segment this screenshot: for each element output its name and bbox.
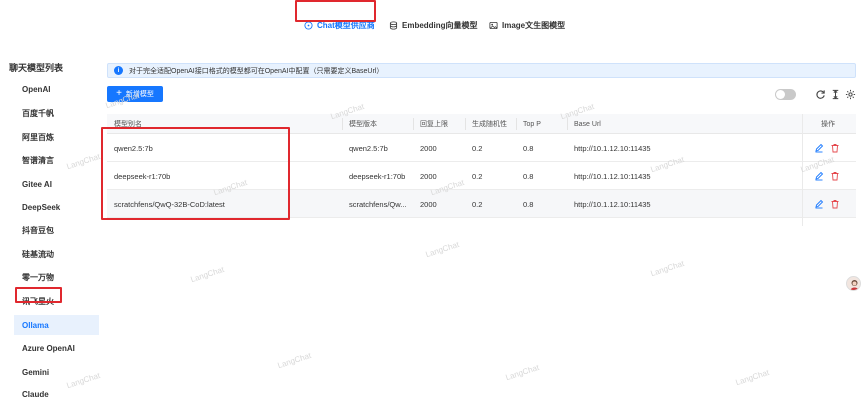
- sidebar-item-label: 智谱清言: [22, 155, 54, 165]
- add-model-button[interactable]: + 新增模型: [107, 86, 163, 102]
- cell-temperature: 0.2: [472, 199, 483, 209]
- tab-embedding-models[interactable]: Embedding向量模型: [389, 16, 478, 34]
- column-divider: [465, 118, 466, 130]
- sidebar-item-ollama[interactable]: Ollama: [14, 315, 99, 335]
- cell-version: scratchfens/Qw...: [349, 199, 407, 209]
- sidebar-item-label: Gemini: [22, 367, 50, 377]
- sidebar-item-gitee[interactable]: Gitee AI: [14, 174, 99, 194]
- highlight-box-model-rows: [101, 127, 290, 220]
- tab-label: Embedding向量模型: [402, 20, 478, 30]
- cell-base-url: http://10.1.12.10:11435: [574, 199, 651, 209]
- delete-icon[interactable]: [830, 199, 840, 209]
- column-header-base-url[interactable]: Base Url: [574, 114, 601, 134]
- column-height-icon[interactable]: [830, 89, 841, 100]
- edit-icon[interactable]: [814, 171, 824, 181]
- sidebar-item-openai[interactable]: OpenAI: [14, 79, 99, 99]
- sidebar-item-label: Gitee AI: [22, 179, 52, 189]
- cell-base-url: http://10.1.12.10:11435: [574, 171, 651, 181]
- cell-version: qwen2.5:7b: [349, 143, 388, 153]
- sidebar-title: 聊天模型列表: [9, 63, 64, 73]
- sidebar-item-claude[interactable]: Claude: [14, 384, 99, 401]
- column-divider: [516, 118, 517, 130]
- cell-max-tokens: 2000: [420, 143, 437, 153]
- model-type-tabs: Chat模型供应商 Embedding向量模型 Image文生图模型: [0, 13, 865, 37]
- cell-temperature: 0.2: [472, 171, 483, 181]
- image-icon: [489, 21, 498, 29]
- sidebar-item-baidu[interactable]: 百度千帆: [14, 103, 99, 123]
- sidebar-item-label: Ollama: [22, 320, 49, 330]
- sidebar-item-deepseek[interactable]: DeepSeek: [14, 197, 99, 217]
- cell-version: deepseek-r1:70b: [349, 171, 406, 181]
- watermark: LangChat: [424, 239, 461, 260]
- sidebar-item-label: Claude: [22, 389, 49, 399]
- info-alert: i 对于完全适配OpenAI接口格式的模型都可在OpenAI中配置（只需要定义B…: [107, 63, 856, 78]
- cell-top-p: 0.8: [523, 171, 534, 181]
- sidebar-item-label: Azure OpenAI: [22, 343, 75, 353]
- column-divider: [342, 118, 343, 130]
- avatar[interactable]: [846, 276, 861, 291]
- plus-icon: +: [116, 88, 122, 99]
- sidebar-item-aliyun[interactable]: 阿里百炼: [14, 127, 99, 147]
- database-icon: [389, 20, 398, 30]
- sidebar-item-label: DeepSeek: [22, 202, 61, 212]
- sidebar-item-lingyi[interactable]: 零一万物: [14, 267, 99, 287]
- delete-icon[interactable]: [830, 143, 840, 153]
- add-model-label: 新增模型: [125, 91, 154, 98]
- cell-temperature: 0.2: [472, 143, 483, 153]
- watermark: LangChat: [734, 367, 771, 388]
- sidebar-item-label: OpenAI: [22, 84, 51, 94]
- sidebar-item-siliconflow[interactable]: 硅基流动: [14, 244, 99, 264]
- cell-base-url: http://10.1.12.10:11435: [574, 143, 651, 153]
- sidebar-item-label: 硅基流动: [22, 249, 54, 259]
- info-icon: i: [114, 66, 123, 75]
- sidebar-item-zhipu[interactable]: 智谱清言: [14, 150, 99, 170]
- model-sidebar: 聊天模型列表 OpenAI 百度千帆 阿里百炼 智谱清言 Gitee AI De…: [0, 56, 100, 401]
- refresh-icon[interactable]: [815, 89, 826, 100]
- watermark: LangChat: [276, 350, 313, 371]
- highlight-box-chat-tab: [295, 0, 376, 22]
- column-header-version[interactable]: 模型版本: [349, 114, 377, 134]
- cell-top-p: 0.8: [523, 199, 534, 209]
- sidebar-item-gemini[interactable]: Gemini: [14, 362, 99, 382]
- edit-icon[interactable]: [814, 199, 824, 209]
- sidebar-item-label: 零一万物: [22, 272, 54, 282]
- actions-column-divider: [802, 114, 803, 226]
- cell-max-tokens: 2000: [420, 171, 437, 181]
- tab-image-models[interactable]: Image文生图模型: [489, 16, 565, 34]
- highlight-box-ollama: [15, 287, 62, 303]
- column-header-actions: 操作: [821, 121, 835, 128]
- settings-icon[interactable]: [845, 89, 856, 100]
- cell-top-p: 0.8: [523, 143, 534, 153]
- cell-max-tokens: 2000: [420, 199, 437, 209]
- column-divider: [413, 118, 414, 130]
- delete-icon[interactable]: [830, 171, 840, 181]
- watermark: LangChat: [189, 264, 226, 285]
- column-divider: [567, 118, 568, 130]
- column-header-top-p[interactable]: Top P: [523, 114, 541, 134]
- sidebar-item-azure[interactable]: Azure OpenAI: [14, 338, 99, 358]
- sidebar-item-label: 百度千帆: [22, 108, 54, 118]
- sidebar-item-doubao[interactable]: 抖音豆包: [14, 220, 99, 240]
- tab-label: Image文生图模型: [502, 20, 566, 30]
- info-text: 对于完全适配OpenAI接口格式的模型都可在OpenAI中配置（只需要定义Bas…: [129, 67, 384, 75]
- toggle-switch[interactable]: [775, 89, 796, 100]
- sidebar-item-label: 阿里百炼: [22, 132, 54, 142]
- watermark: LangChat: [504, 362, 541, 383]
- column-header-temperature[interactable]: 生成随机性: [472, 114, 507, 134]
- column-header-max-tokens[interactable]: 回复上限: [420, 114, 448, 134]
- watermark: LangChat: [649, 258, 686, 279]
- sidebar-item-label: 抖音豆包: [22, 225, 54, 235]
- edit-icon[interactable]: [814, 143, 824, 153]
